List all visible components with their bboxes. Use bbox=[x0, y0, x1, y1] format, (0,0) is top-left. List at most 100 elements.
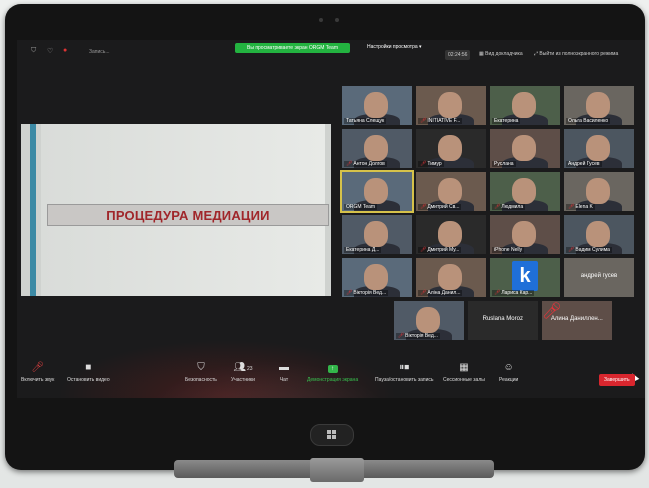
participant-name: 🎤︎Людмила bbox=[492, 204, 526, 210]
participant-name-text: Лариса Кар... bbox=[501, 290, 533, 296]
unmute-button[interactable]: 🎤︎ Включить звук bbox=[21, 362, 54, 383]
shield-icon[interactable]: ⛉ bbox=[31, 47, 36, 55]
pause-stop-recording-button[interactable]: ⏸︎⏹︎ Пауза/остановить запись bbox=[375, 362, 434, 383]
participant-tile[interactable]: 🎤︎Аліна Данил... bbox=[416, 258, 486, 297]
participant-tile[interactable]: ORGM Team bbox=[340, 170, 414, 213]
pause-stop-icon: ⏸︎⏹︎ bbox=[399, 362, 410, 373]
security-button[interactable]: ⛉ Безопасность bbox=[185, 362, 217, 383]
participant-tile[interactable]: Руслана bbox=[490, 129, 560, 168]
camera-dot bbox=[319, 18, 323, 22]
muted-microphone-icon: 🎤︎ bbox=[494, 204, 501, 210]
participant-name-text: Руслана bbox=[494, 161, 514, 167]
breakout-rooms-button[interactable]: ▦ Сессионные залы bbox=[443, 362, 485, 383]
muted-microphone-icon: 🎤︎ bbox=[420, 247, 427, 253]
participant-name-text: Дмитрий Му... bbox=[427, 247, 460, 253]
reactions-label: Реакции bbox=[499, 377, 519, 383]
participant-tile[interactable]: 🎤︎Антон Долгов bbox=[342, 129, 412, 168]
participant-name-text: Людмила bbox=[501, 204, 524, 210]
participant-name-text: Татьяна Слещук bbox=[346, 118, 385, 124]
participants-label: Участники bbox=[231, 377, 255, 383]
participant-tile[interactable]: 🎤︎Дмитрий Св... bbox=[416, 172, 486, 211]
share-screen-button[interactable]: ↑ Демонстрация экрана bbox=[307, 362, 358, 383]
participant-tile[interactable]: 🎤︎Тимур bbox=[416, 129, 486, 168]
avatar-logo-icon: k bbox=[512, 261, 538, 291]
participant-name-text: Тимур bbox=[427, 161, 442, 167]
muted-microphone-icon: 🎤︎ bbox=[568, 204, 575, 210]
windows-logo-icon bbox=[327, 430, 337, 440]
security-icon[interactable]: ♡ bbox=[47, 47, 53, 55]
participant-tile[interactable]: 🎤︎Elena K bbox=[564, 172, 634, 211]
participant-name: 🎤︎Вікторія Вед... bbox=[395, 333, 440, 339]
exit-fullscreen-label: Выйти из полноэкранного режима bbox=[539, 51, 619, 57]
participant-tile[interactable]: 🎤︎Вікторія Вед... bbox=[342, 258, 412, 297]
exit-fullscreen-button[interactable]: ⤢ Выйти из полноэкранного режима bbox=[534, 51, 618, 57]
participant-tile[interactable]: Татьяна Слещук bbox=[342, 86, 412, 125]
stop-video-button[interactable]: ■ Остановить видео bbox=[67, 362, 110, 383]
participant-name: iPhone Nelly bbox=[492, 247, 525, 253]
grid-icon: ▦ bbox=[479, 51, 484, 57]
stop-video-label: Остановить видео bbox=[67, 377, 110, 383]
speaker-view-button[interactable]: ▦ Вид докладчика bbox=[479, 51, 523, 57]
participant-face bbox=[364, 135, 388, 161]
participant-face bbox=[364, 221, 388, 247]
recording-label: Запись... bbox=[89, 49, 110, 55]
participant-tile[interactable]: 🎤︎Дмитрий Му... bbox=[416, 215, 486, 254]
chat-button[interactable]: ▬ Чат bbox=[279, 362, 289, 383]
participant-tile[interactable]: Екатерина Д... bbox=[342, 215, 412, 254]
chevron-down-icon: ▾ bbox=[419, 44, 422, 50]
participant-name-text: Дмитрий Св... bbox=[427, 204, 460, 210]
chat-bubble-icon: ▬ bbox=[279, 362, 289, 373]
video-camera-icon: ■ bbox=[85, 362, 92, 373]
participant-name-text: Аліна Данил... bbox=[427, 290, 461, 296]
muted-microphone-icon: 🎤︎ bbox=[346, 290, 353, 296]
microphone-muted-icon: 🎤︎ bbox=[31, 362, 45, 373]
participants-button[interactable]: 👥︎23 Участники bbox=[231, 362, 255, 383]
participant-tile[interactable]: Ольга Василенко bbox=[564, 86, 634, 125]
muted-microphone-icon: 🎤︎ bbox=[397, 333, 405, 339]
participant-tile[interactable]: Андрей Гусев bbox=[564, 129, 634, 168]
participant-tile[interactable]: k 🎤︎Лариса Кар... bbox=[490, 258, 560, 297]
pause-stop-recording-label: Пауза/остановить запись bbox=[375, 377, 434, 383]
participant-tile[interactable]: 🎤︎ Алина Даниллен... bbox=[541, 301, 612, 340]
shield-icon: ⛉ bbox=[197, 362, 205, 373]
participant-name: андрей гусев bbox=[580, 273, 618, 279]
participant-tile[interactable]: андрей гусев bbox=[564, 258, 634, 297]
participant-face bbox=[512, 221, 536, 247]
participant-face bbox=[438, 178, 462, 204]
participant-name: Ruslana Moroz bbox=[482, 316, 523, 322]
unmute-label: Включить звук bbox=[21, 377, 55, 383]
participant-tile[interactable]: 🎤︎Вадим Сулима bbox=[564, 215, 634, 254]
participant-name-text: Вікторія Вед... bbox=[353, 290, 387, 296]
participant-name-text: Антон Долгов bbox=[353, 161, 385, 167]
participant-name: Екатерина bbox=[492, 118, 521, 124]
participant-face bbox=[586, 221, 610, 247]
slide-accent-stripe bbox=[30, 124, 36, 296]
participant-tile[interactable]: Ruslana Moroz bbox=[467, 301, 538, 340]
participants-icon: 👥︎23 bbox=[233, 362, 253, 373]
chat-label: Чат bbox=[279, 377, 289, 383]
reactions-button[interactable]: ☺ Реакции bbox=[499, 362, 518, 383]
participant-face bbox=[438, 221, 462, 247]
end-meeting-button[interactable]: Завершить bbox=[599, 374, 635, 386]
meeting-timer: 02:24:56 bbox=[445, 50, 471, 60]
participant-tile[interactable]: 🎤︎INITIATIVE F... bbox=[416, 86, 486, 125]
participant-tile[interactable]: iPhone Nelly bbox=[490, 215, 560, 254]
participant-name: 🎤︎Дмитрий Му... bbox=[418, 247, 462, 253]
participant-name: 🎤︎Аліна Данил... bbox=[418, 290, 463, 296]
participant-tile[interactable]: 🎤︎Вікторія Вед... bbox=[393, 301, 464, 340]
participant-name-text: iPhone Nelly bbox=[494, 247, 523, 253]
participant-face bbox=[512, 92, 536, 118]
participant-tile[interactable]: Екатерина bbox=[490, 86, 560, 125]
view-options-menu[interactable]: Настройки просмотра ▾ bbox=[367, 44, 422, 50]
view-options-label: Настройки просмотра bbox=[367, 44, 418, 50]
participant-face bbox=[586, 92, 610, 118]
participant-name-text: INITIATIVE F... bbox=[427, 118, 461, 124]
participant-name: 🎤︎Вікторія Вед... bbox=[344, 290, 389, 296]
participant-name: 🎤︎Тимур bbox=[418, 161, 444, 167]
slide-title: ПРОЦЕДУРА МЕДИАЦИИ bbox=[106, 208, 270, 223]
participant-name-text: Екатерина Д... bbox=[346, 247, 380, 253]
windows-home-button[interactable] bbox=[310, 424, 354, 446]
participant-tile[interactable]: 🎤︎Людмила bbox=[490, 172, 560, 211]
share-screen-icon: ↑ bbox=[307, 362, 358, 374]
participant-name-text: Андрей Гусев bbox=[568, 161, 600, 167]
